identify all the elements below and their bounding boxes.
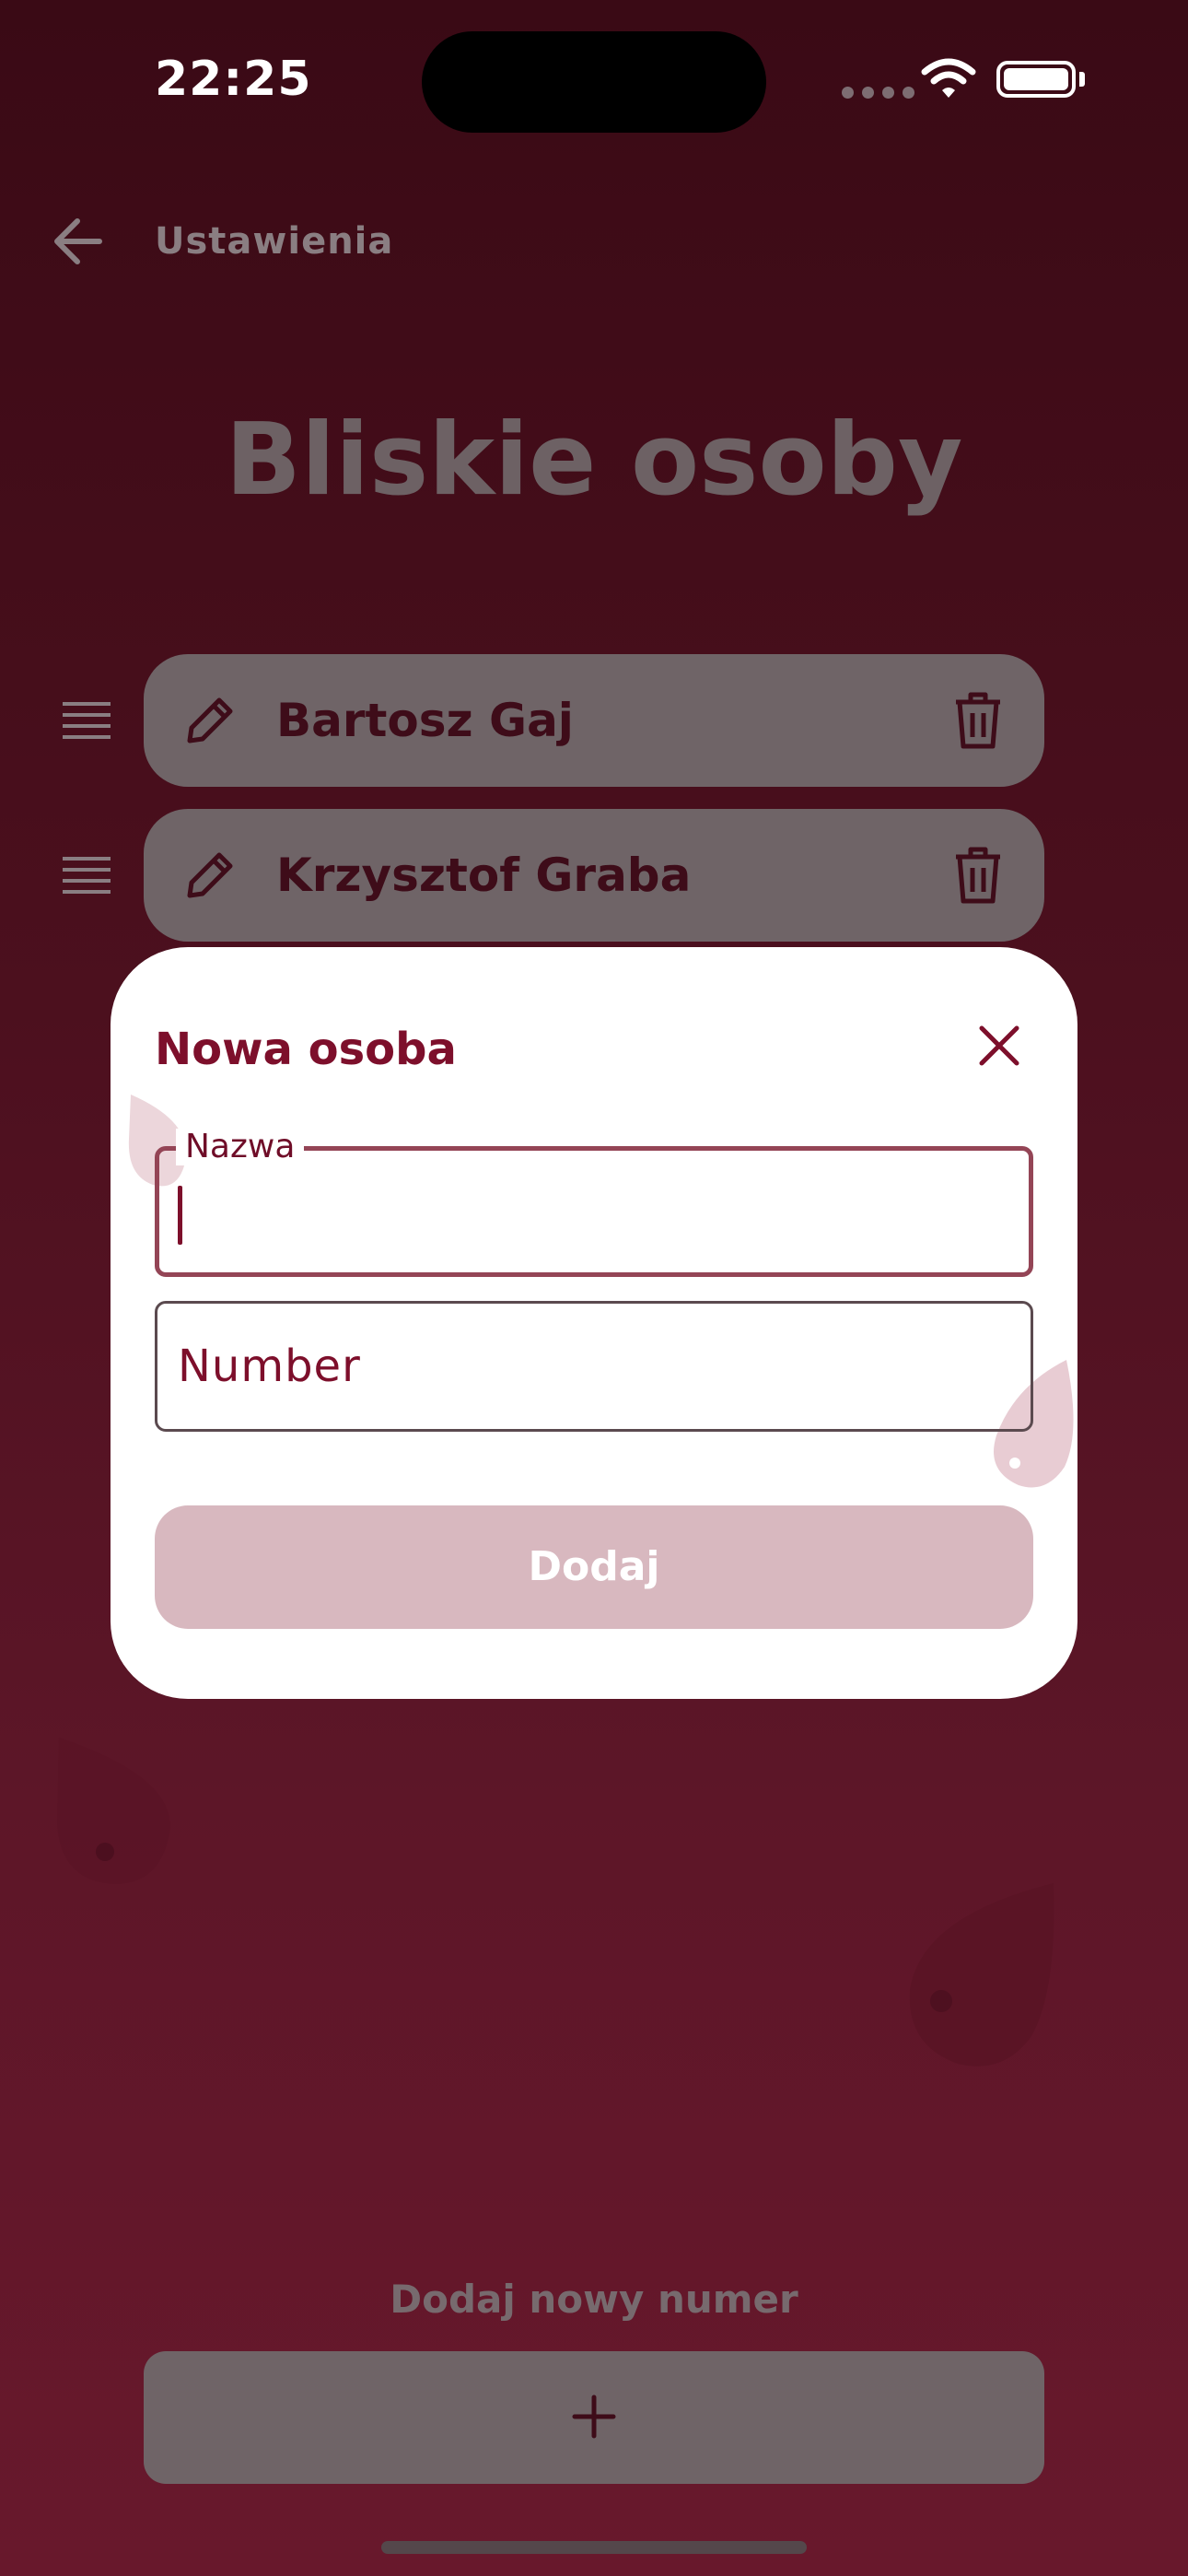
text-caret: [178, 1186, 182, 1245]
plus-icon: [572, 2395, 616, 2439]
pencil-icon[interactable]: [181, 846, 239, 905]
contact-row[interactable]: Krzysztof Graba: [144, 809, 1044, 942]
decorative-drop-icon: [57, 1738, 170, 1884]
trash-icon[interactable]: [950, 844, 1006, 907]
page-title: Bliskie osoby: [225, 403, 963, 518]
name-input-label: Nazwa: [176, 1129, 305, 1165]
contact-row[interactable]: Bartosz Gaj: [144, 654, 1044, 787]
add-number-button[interactable]: [144, 2351, 1044, 2484]
home-indicator: [381, 2541, 807, 2554]
back-link-label[interactable]: Ustawienia: [155, 216, 393, 267]
close-icon[interactable]: [976, 1023, 1022, 1069]
drag-handle-icon[interactable]: [61, 700, 112, 743]
contact-name: Krzysztof Graba: [276, 849, 692, 902]
decorative-drop-icon: [909, 1883, 1054, 2067]
dynamic-island: [422, 31, 766, 133]
number-input[interactable]: Number: [155, 1301, 1033, 1432]
status-time: 22:25: [155, 52, 312, 107]
battery-cap: [1079, 72, 1085, 87]
number-input-placeholder: Number: [178, 1341, 361, 1392]
name-input[interactable]: Nazwa: [155, 1129, 1033, 1277]
pencil-icon[interactable]: [181, 691, 239, 750]
drag-handle-icon[interactable]: [61, 855, 112, 897]
contact-name: Bartosz Gaj: [276, 694, 574, 747]
dialog-title: Nowa osoba: [155, 1024, 457, 1075]
add-number-label: Dodaj nowy numer: [390, 2277, 798, 2322]
trash-icon[interactable]: [950, 689, 1006, 752]
new-contact-dialog: Nowa osoba Nazwa Number Dodaj: [111, 947, 1077, 1699]
add-button[interactable]: Dodaj: [155, 1505, 1033, 1629]
battery-icon: [996, 61, 1076, 98]
arrow-left-icon[interactable]: [50, 216, 103, 267]
cellular-signal-icon: [842, 87, 914, 99]
wifi-icon: [921, 58, 976, 98]
